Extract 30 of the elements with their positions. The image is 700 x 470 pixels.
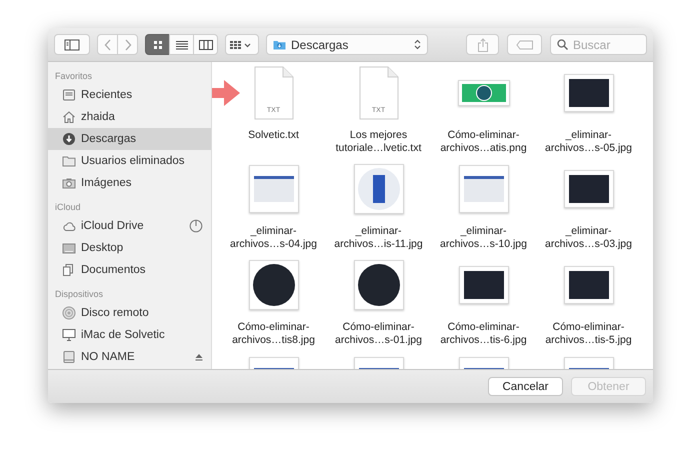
sidebar-item[interactable]: Desktop bbox=[48, 237, 211, 259]
file-name[interactable]: Cómo-eliminar- archivos…tis-5.jpg bbox=[545, 321, 632, 347]
location-menu[interactable]: Descargas bbox=[266, 34, 428, 55]
dialog-button[interactable]: Cancelar bbox=[488, 377, 563, 396]
file-name[interactable]: _eliminar- archivos…s-10.jpg bbox=[440, 225, 527, 251]
section-header: Favoritos bbox=[54, 70, 94, 83]
sidebar-item[interactable]: Imágenes bbox=[48, 172, 211, 194]
file-name[interactable]: _eliminar- archivos…s-03.jpg bbox=[545, 225, 632, 251]
sidebar-item[interactable]: NO NAME bbox=[48, 346, 211, 368]
file-name[interactable]: _eliminar- archivos…s-04.jpg bbox=[230, 225, 317, 251]
file-name[interactable]: Cómo-eliminar- archivos…atis.png bbox=[440, 129, 527, 155]
sidebar-item[interactable]: Usuarios eliminados bbox=[48, 150, 211, 172]
file-name[interactable]: Cómo-eliminar- archivos…tis8.jpg bbox=[232, 321, 315, 347]
file-name[interactable]: Cómo-eliminar- archivos…tis-6.jpg bbox=[440, 321, 527, 347]
section-header: iCloud bbox=[54, 201, 82, 214]
search-field[interactable]: Buscar bbox=[550, 34, 647, 55]
file-name[interactable]: _eliminar- archivos…s-05.jpg bbox=[545, 129, 632, 155]
sidebar-item[interactable]: zhaida bbox=[48, 106, 211, 128]
sidebar-item[interactable]: Documentos bbox=[48, 259, 211, 281]
sidebar-item[interactable]: iMac de Solvetic bbox=[48, 324, 211, 346]
location-label: Descargas bbox=[291, 38, 348, 52]
sidebar-item[interactable]: Recientes bbox=[48, 84, 211, 106]
file-name[interactable]: _eliminar- archivos…is-11.jpg bbox=[334, 225, 423, 251]
sidebar-item[interactable]: iCloud Drive bbox=[48, 215, 211, 237]
file-name[interactable]: Solvetic.txt bbox=[248, 129, 299, 142]
file-name[interactable]: Los mejores tutoriale…lvetic.txt bbox=[336, 129, 422, 155]
sidebar-item[interactable]: Disco remoto bbox=[48, 302, 211, 324]
section-header: Dispositivos bbox=[54, 288, 104, 301]
sidebar-item[interactable]: Descargas bbox=[48, 128, 211, 150]
file-name[interactable]: Cómo-eliminar- archivos…s-01.jpg bbox=[335, 321, 422, 347]
